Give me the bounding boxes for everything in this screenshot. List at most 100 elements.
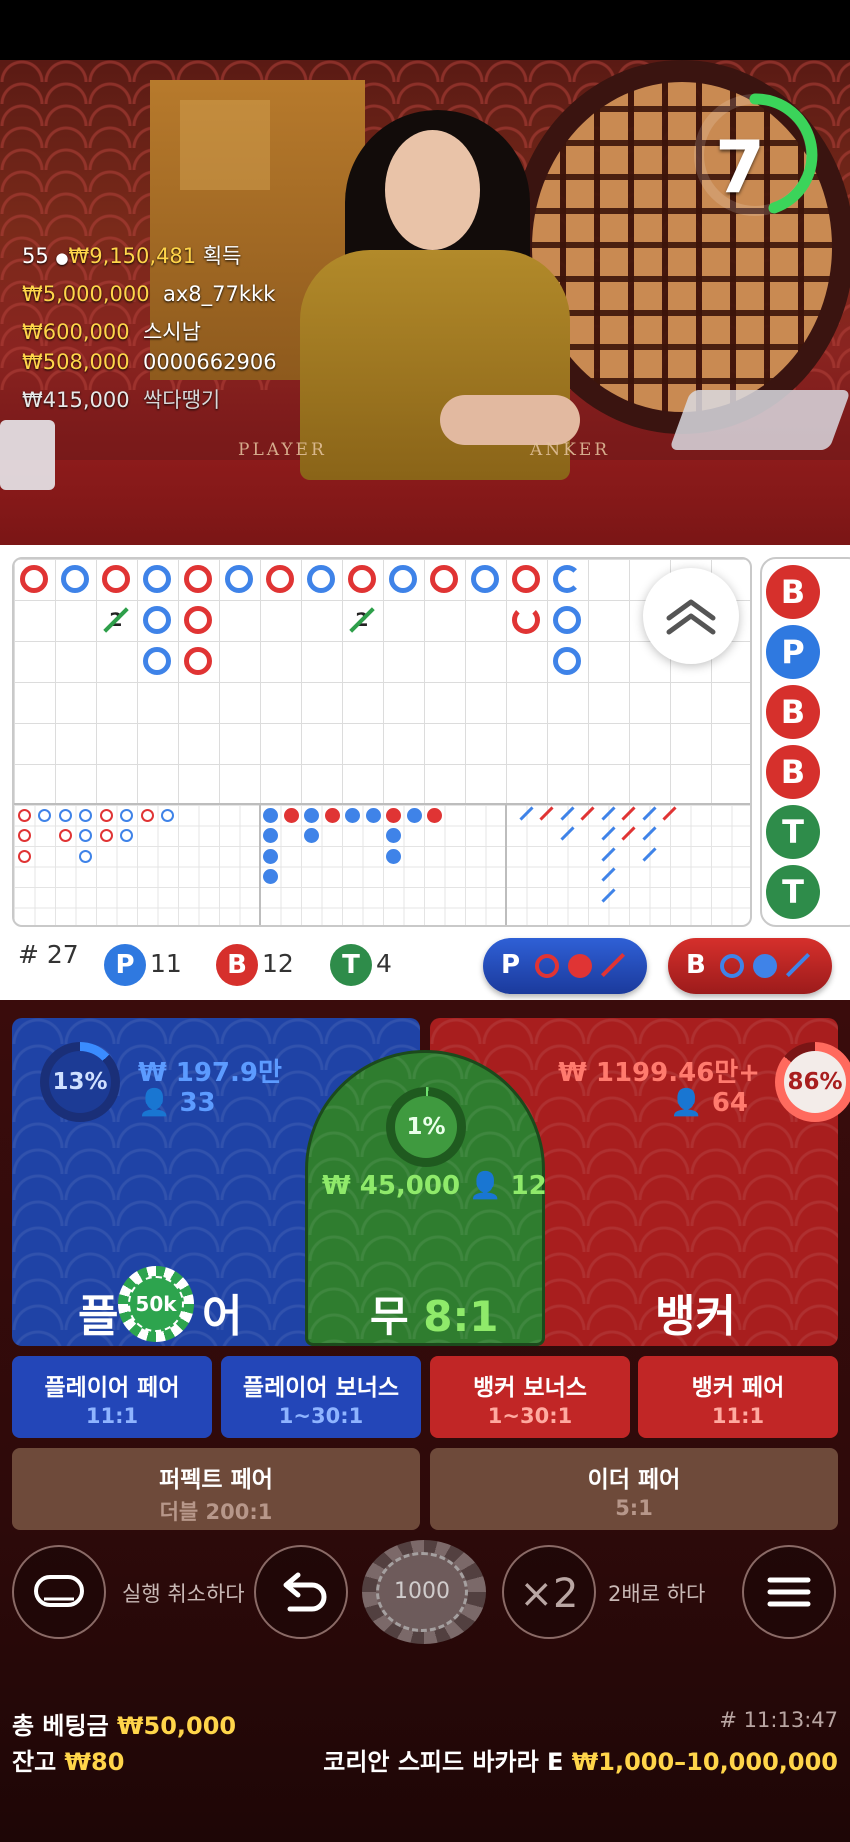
side-bet-odds: 더블 200:1	[159, 1500, 273, 1524]
road-mark	[553, 606, 581, 634]
cockroach-icon	[785, 952, 811, 978]
road-mark	[601, 867, 616, 882]
double-chevron-up-icon	[666, 599, 716, 635]
player-bonus-bet[interactable]: 플레이어 보너스 1~30:1	[221, 1356, 421, 1438]
road-mark	[553, 647, 581, 675]
placed-chip[interactable]: 50k	[118, 1266, 194, 1342]
road-mark	[519, 806, 534, 821]
road-mark	[263, 808, 278, 823]
road-mark	[553, 565, 581, 593]
balance-value: ₩80	[64, 1748, 125, 1776]
road-mark	[18, 850, 31, 863]
rounds-count: # 27	[18, 940, 79, 969]
player-bet-total: ₩ 197.9만	[138, 1058, 282, 1088]
table-name: 코리안 스피드 바카라 E	[323, 1748, 564, 1776]
banker-percent: 86%	[784, 1051, 846, 1113]
winner-row: ₩508,000 0000662906	[22, 350, 277, 374]
predict-player-label: P	[501, 950, 521, 980]
road-mark	[580, 806, 595, 821]
bead-mark: T	[766, 805, 820, 859]
tie-badge: T	[330, 944, 372, 986]
road-mark	[471, 565, 499, 593]
side-bet-odds: 1~30:1	[278, 1404, 364, 1428]
predict-player-button[interactable]: P	[483, 938, 647, 994]
road-mark	[601, 806, 616, 821]
road-mark	[100, 829, 113, 842]
tie-bet-total: ₩ 45,000	[322, 1171, 461, 1201]
predict-banker-button[interactable]: B	[668, 938, 832, 994]
player-wins-count: 11	[150, 949, 182, 978]
bead-mark: B	[766, 745, 820, 799]
road-mark	[307, 565, 335, 593]
road-mark	[560, 826, 575, 841]
big-eye-icon	[535, 954, 559, 978]
road-mark	[304, 828, 319, 843]
winners-total: ₩9,150,481	[68, 244, 197, 268]
total-bet-label: 총 베팅금	[12, 1712, 109, 1740]
bead-mark: B	[766, 685, 820, 739]
undo-icon	[283, 1572, 327, 1612]
road-mark	[642, 806, 657, 821]
road-mark	[621, 826, 636, 841]
road-mark	[601, 888, 616, 903]
chip-value: 1000	[376, 1552, 468, 1632]
user-icon: 👤	[469, 1171, 502, 1201]
road-mark	[20, 565, 48, 593]
player-wins: P 11	[104, 944, 182, 986]
derived-roads	[14, 803, 750, 925]
tie-label: 무 8:1	[370, 1283, 499, 1344]
road-mark	[348, 565, 376, 593]
winners-header: 55 ●₩9,150,481 획득	[22, 240, 241, 270]
road-mark	[366, 808, 381, 823]
menu-button[interactable]	[742, 1545, 836, 1639]
road-mark	[141, 809, 154, 822]
player-badge: P	[104, 944, 146, 986]
big-road: 2 2	[14, 559, 750, 803]
user-icon: ●	[55, 249, 69, 267]
user-icon: 👤	[138, 1088, 171, 1118]
undo-button[interactable]	[254, 1545, 348, 1639]
undo-label: 실행 취소하다	[122, 1582, 245, 1606]
road-map[interactable]: 2 2	[12, 557, 752, 927]
double-button[interactable]: ×2	[502, 1545, 596, 1639]
table-view-button[interactable]	[12, 1545, 106, 1639]
player-bettors-count: 33	[179, 1088, 216, 1118]
felt-banker-text: ANKER	[530, 440, 611, 460]
banker-badge: B	[216, 944, 258, 986]
double-label: 2배로 하다	[608, 1582, 706, 1606]
winner-name: 싹다땡기	[142, 388, 221, 412]
winner-name: 0000662906	[142, 350, 277, 374]
road-mark	[143, 565, 171, 593]
road-mark	[59, 809, 72, 822]
banker-bonus-bet[interactable]: 뱅커 보너스 1~30:1	[430, 1356, 630, 1438]
road-mark	[284, 808, 299, 823]
side-bet-odds: 11:1	[85, 1404, 139, 1428]
road-mark	[430, 565, 458, 593]
side-bet-odds: 1~30:1	[487, 1404, 573, 1428]
chip-selector[interactable]: 1000	[362, 1540, 486, 1644]
player-pair-bet[interactable]: 플레이어 페어 11:1	[12, 1356, 212, 1438]
road-mark	[560, 806, 575, 821]
road-mark	[512, 565, 540, 593]
road-mark	[100, 809, 113, 822]
balance: 잔고 ₩80	[12, 1742, 124, 1777]
bead-mark: P	[766, 625, 820, 679]
road-mark	[59, 829, 72, 842]
road-mark	[601, 847, 616, 862]
side-bet-name: 플레이어 보너스	[242, 1375, 400, 1401]
banker-pair-bet[interactable]: 뱅커 페어 11:1	[638, 1356, 838, 1438]
road-mark	[662, 806, 677, 821]
tie-bet-spot[interactable]: 1% ₩ 45,000 👤 12 무 8:1	[305, 1050, 547, 1346]
tie-bettors-count: 12	[510, 1171, 547, 1201]
road-mark	[102, 565, 130, 593]
banker-wins-count: 12	[262, 949, 294, 978]
road-mark	[79, 829, 92, 842]
road-mark	[61, 565, 89, 593]
tie-wins-count: 4	[376, 949, 392, 978]
either-pair-bet[interactable]: 이더 페어 5:1	[430, 1448, 838, 1530]
road-mark	[38, 809, 51, 822]
perfect-pair-bet[interactable]: 퍼펙트 페어 더블 200:1	[12, 1448, 420, 1530]
collapse-roads-button[interactable]	[643, 568, 739, 664]
banker-bet-total: ₩ 1199.46만+	[558, 1058, 760, 1088]
double-icon: ×2	[519, 1571, 579, 1617]
